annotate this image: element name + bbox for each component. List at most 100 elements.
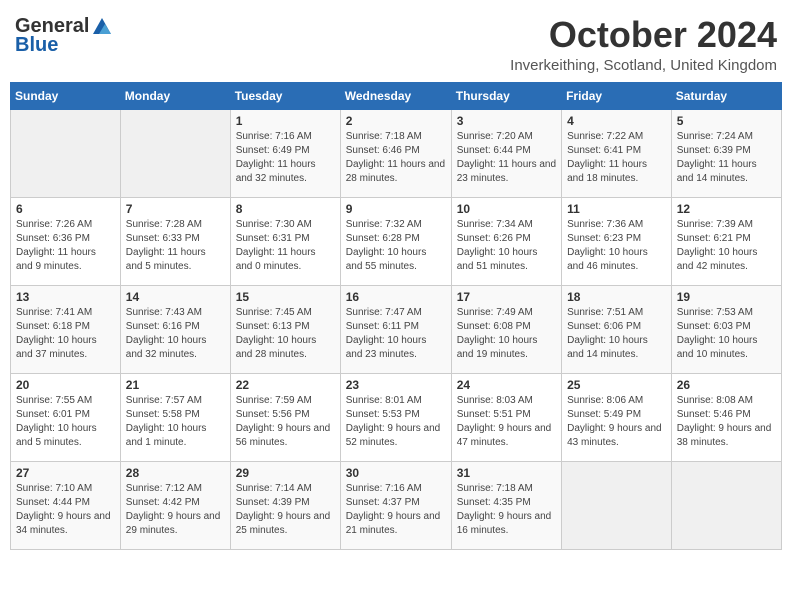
day-info: Sunrise: 7:24 AMSunset: 6:39 PMDaylight:… <box>677 130 776 186</box>
calendar-cell: 20 Sunrise: 7:55 AMSunset: 6:01 PMDayligh… <box>11 373 121 461</box>
day-info: Sunrise: 7:59 AMSunset: 5:56 PMDaylight:… <box>236 394 335 450</box>
calendar-week-row: 13 Sunrise: 7:41 AMSunset: 6:18 PMDayligh… <box>11 285 782 373</box>
calendar-week-row: 27 Sunrise: 7:10 AMSunset: 4:44 PMDayligh… <box>11 461 782 549</box>
day-number: 17 <box>457 290 556 304</box>
day-number: 3 <box>457 114 556 128</box>
calendar-table: SundayMondayTuesdayWednesdayThursdayFrid… <box>10 82 782 550</box>
calendar-week-row: 6 Sunrise: 7:26 AMSunset: 6:36 PMDaylight… <box>11 197 782 285</box>
day-number: 31 <box>457 466 556 480</box>
calendar-cell: 13 Sunrise: 7:41 AMSunset: 6:18 PMDayligh… <box>11 285 121 373</box>
calendar-cell: 26Sunrise: 8:08 AMSunset: 5:46 PMDayligh… <box>671 373 781 461</box>
month-title: October 2024 <box>510 15 777 55</box>
calendar-cell: 30 Sunrise: 7:16 AMSunset: 4:37 PMDayligh… <box>340 461 451 549</box>
day-number: 9 <box>346 202 446 216</box>
day-number: 13 <box>16 290 115 304</box>
day-number: 27 <box>16 466 115 480</box>
day-info: Sunrise: 7:18 AMSunset: 6:46 PMDaylight:… <box>346 130 446 186</box>
day-info: Sunrise: 7:39 AMSunset: 6:21 PMDaylight:… <box>677 218 776 274</box>
day-number: 16 <box>346 290 446 304</box>
weekday-header-row: SundayMondayTuesdayWednesdayThursdayFrid… <box>11 82 782 109</box>
day-number: 30 <box>346 466 446 480</box>
day-info: Sunrise: 7:18 AMSunset: 4:35 PMDaylight:… <box>457 482 556 538</box>
day-number: 18 <box>567 290 666 304</box>
day-info: Sunrise: 7:22 AMSunset: 6:41 PMDaylight:… <box>567 130 666 186</box>
day-info: Sunrise: 7:55 AMSunset: 6:01 PMDaylight:… <box>16 394 115 450</box>
calendar-week-row: 20 Sunrise: 7:55 AMSunset: 6:01 PMDayligh… <box>11 373 782 461</box>
calendar-cell: 24Sunrise: 8:03 AMSunset: 5:51 PMDayligh… <box>451 373 561 461</box>
day-number: 24 <box>457 378 556 392</box>
day-number: 15 <box>236 290 335 304</box>
day-info: Sunrise: 7:57 AMSunset: 5:58 PMDaylight:… <box>126 394 225 450</box>
title-section: October 2024 Inverkeithing, Scotland, Un… <box>510 15 777 74</box>
day-info: Sunrise: 7:14 AMSunset: 4:39 PMDaylight:… <box>236 482 335 538</box>
day-number: 5 <box>677 114 776 128</box>
day-info: Sunrise: 7:53 AMSunset: 6:03 PMDaylight:… <box>677 306 776 362</box>
weekday-header: Wednesday <box>340 82 451 109</box>
calendar-cell: 28 Sunrise: 7:12 AMSunset: 4:42 PMDayligh… <box>120 461 230 549</box>
calendar-cell: 22 Sunrise: 7:59 AMSunset: 5:56 PMDayligh… <box>230 373 340 461</box>
weekday-header: Sunday <box>11 82 121 109</box>
day-number: 7 <box>126 202 225 216</box>
calendar-cell <box>11 109 121 197</box>
day-info: Sunrise: 7:10 AMSunset: 4:44 PMDaylight:… <box>16 482 115 538</box>
day-number: 20 <box>16 378 115 392</box>
day-info: Sunrise: 7:41 AMSunset: 6:18 PMDaylight:… <box>16 306 115 362</box>
day-info: Sunrise: 7:16 AMSunset: 4:37 PMDaylight:… <box>346 482 446 538</box>
day-number: 29 <box>236 466 335 480</box>
calendar-cell: 16 Sunrise: 7:47 AMSunset: 6:11 PMDayligh… <box>340 285 451 373</box>
calendar-cell: 6 Sunrise: 7:26 AMSunset: 6:36 PMDaylight… <box>11 197 121 285</box>
day-info: Sunrise: 7:47 AMSunset: 6:11 PMDaylight:… <box>346 306 446 362</box>
calendar-cell: 12Sunrise: 7:39 AMSunset: 6:21 PMDayligh… <box>671 197 781 285</box>
calendar-cell: 4 Sunrise: 7:22 AMSunset: 6:41 PMDaylight… <box>562 109 672 197</box>
day-info: Sunrise: 7:20 AMSunset: 6:44 PMDaylight:… <box>457 130 556 186</box>
day-number: 25 <box>567 378 666 392</box>
calendar-cell <box>671 461 781 549</box>
day-info: Sunrise: 7:32 AMSunset: 6:28 PMDaylight:… <box>346 218 446 274</box>
page-header: General Blue October 2024 Inverkeithing,… <box>10 10 782 74</box>
day-number: 19 <box>677 290 776 304</box>
calendar-cell: 19 Sunrise: 7:53 AMSunset: 6:03 PMDayligh… <box>671 285 781 373</box>
calendar-cell: 11 Sunrise: 7:36 AMSunset: 6:23 PMDayligh… <box>562 197 672 285</box>
day-number: 14 <box>126 290 225 304</box>
day-number: 2 <box>346 114 446 128</box>
calendar-cell: 18 Sunrise: 7:51 AMSunset: 6:06 PMDayligh… <box>562 285 672 373</box>
calendar-cell: 1Sunrise: 7:16 AMSunset: 6:49 PMDaylight… <box>230 109 340 197</box>
day-number: 10 <box>457 202 556 216</box>
calendar-cell: 23Sunrise: 8:01 AMSunset: 5:53 PMDayligh… <box>340 373 451 461</box>
day-info: Sunrise: 7:36 AMSunset: 6:23 PMDaylight:… <box>567 218 666 274</box>
calendar-cell: 3 Sunrise: 7:20 AMSunset: 6:44 PMDaylight… <box>451 109 561 197</box>
calendar-cell: 9 Sunrise: 7:32 AMSunset: 6:28 PMDaylight… <box>340 197 451 285</box>
day-number: 28 <box>126 466 225 480</box>
day-number: 22 <box>236 378 335 392</box>
day-info: Sunrise: 7:26 AMSunset: 6:36 PMDaylight:… <box>16 218 115 274</box>
calendar-cell: 2 Sunrise: 7:18 AMSunset: 6:46 PMDaylight… <box>340 109 451 197</box>
calendar-cell: 17 Sunrise: 7:49 AMSunset: 6:08 PMDayligh… <box>451 285 561 373</box>
day-info: Sunrise: 8:06 AMSunset: 5:49 PMDaylight:… <box>567 394 666 450</box>
logo-icon <box>91 16 113 38</box>
day-number: 6 <box>16 202 115 216</box>
day-info: Sunrise: 7:51 AMSunset: 6:06 PMDaylight:… <box>567 306 666 362</box>
calendar-week-row: 1Sunrise: 7:16 AMSunset: 6:49 PMDaylight… <box>11 109 782 197</box>
day-info: Sunrise: 7:30 AMSunset: 6:31 PMDaylight:… <box>236 218 335 274</box>
location: Inverkeithing, Scotland, United Kingdom <box>510 57 777 74</box>
day-info: Sunrise: 7:28 AMSunset: 6:33 PMDaylight:… <box>126 218 225 274</box>
logo-blue: Blue <box>15 34 58 57</box>
calendar-cell: 8 Sunrise: 7:30 AMSunset: 6:31 PMDaylight… <box>230 197 340 285</box>
day-info: Sunrise: 7:45 AMSunset: 6:13 PMDaylight:… <box>236 306 335 362</box>
logo: General Blue <box>15 15 113 57</box>
weekday-header: Thursday <box>451 82 561 109</box>
day-info: Sunrise: 7:49 AMSunset: 6:08 PMDaylight:… <box>457 306 556 362</box>
weekday-header: Tuesday <box>230 82 340 109</box>
calendar-cell <box>562 461 672 549</box>
day-number: 26 <box>677 378 776 392</box>
calendar-cell: 7 Sunrise: 7:28 AMSunset: 6:33 PMDaylight… <box>120 197 230 285</box>
weekday-header: Monday <box>120 82 230 109</box>
day-number: 11 <box>567 202 666 216</box>
day-number: 8 <box>236 202 335 216</box>
calendar-cell: 29 Sunrise: 7:14 AMSunset: 4:39 PMDayligh… <box>230 461 340 549</box>
day-info: Sunrise: 7:12 AMSunset: 4:42 PMDaylight:… <box>126 482 225 538</box>
calendar-cell: 15 Sunrise: 7:45 AMSunset: 6:13 PMDayligh… <box>230 285 340 373</box>
calendar-cell <box>120 109 230 197</box>
day-number: 4 <box>567 114 666 128</box>
weekday-header: Saturday <box>671 82 781 109</box>
